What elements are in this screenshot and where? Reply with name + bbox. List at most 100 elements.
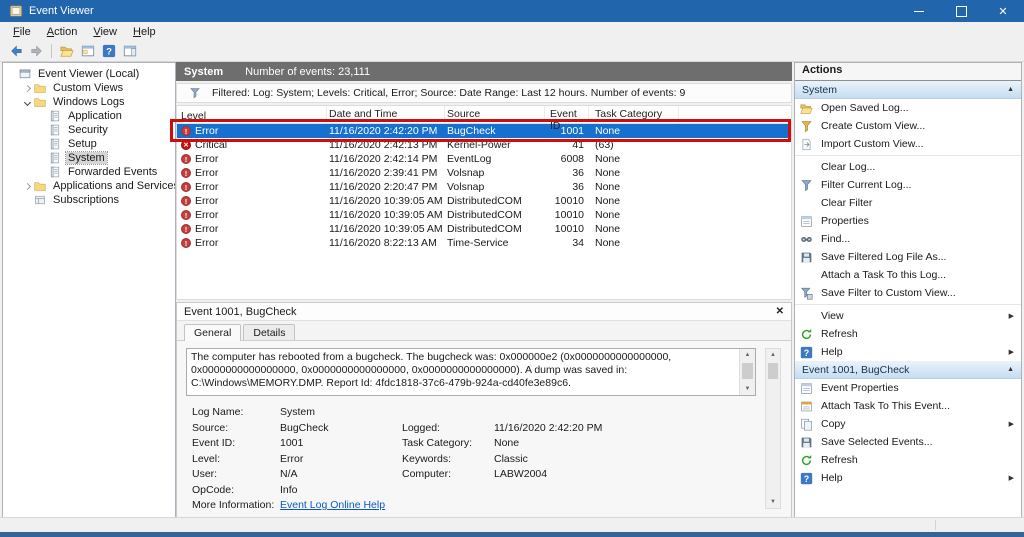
tree-item-label: Event Viewer (Local) xyxy=(38,68,140,80)
actions-section-header-event-1001-bugcheck[interactable]: Event 1001, BugCheck ▲ xyxy=(795,361,1021,379)
scrollbar-thumb[interactable] xyxy=(742,363,753,379)
event-row[interactable]: ! Error 11/16/2020 2:39:41 PM Volsnap 36 None xyxy=(177,166,791,180)
more-information-link[interactable]: Event Log Online Help xyxy=(280,498,402,514)
separator xyxy=(795,304,1021,305)
menu-view[interactable]: View xyxy=(85,24,125,40)
column-header-date[interactable]: Date and Time xyxy=(327,106,445,123)
level-text: Critical xyxy=(195,139,228,151)
event-row[interactable]: ✕ Critical 11/16/2020 2:42:13 PM Kernel-Pow… xyxy=(177,138,791,152)
back-icon[interactable] xyxy=(5,43,26,60)
action-item-event-properties[interactable]: Event Properties xyxy=(795,379,1021,397)
close-icon: ✕ xyxy=(998,5,1008,18)
tree-expander-icon[interactable] xyxy=(22,182,33,190)
event-row[interactable]: ! Error 11/16/2020 10:39:05 AM DistributedC… xyxy=(177,194,791,208)
action-item-find[interactable]: Find... xyxy=(795,230,1021,248)
scroll-down-icon[interactable]: ▼ xyxy=(766,496,780,508)
detail-close-icon[interactable]: ✕ xyxy=(776,306,784,317)
action-item-clear-filter[interactable]: Clear Filter xyxy=(795,194,1021,212)
task-category-cell: None xyxy=(595,181,621,193)
collapse-icon[interactable]: ▲ xyxy=(1007,366,1014,373)
event-row[interactable]: ! Error 11/16/2020 8:22:13 AM Time-Service 3… xyxy=(177,236,791,250)
action-item-help[interactable]: ? Help ▶ xyxy=(795,469,1021,487)
minimize-button[interactable] xyxy=(898,0,940,22)
tree-expander-icon[interactable] xyxy=(22,98,33,106)
scroll-up-icon[interactable]: ▲ xyxy=(740,349,755,361)
console-window-icon[interactable] xyxy=(77,43,98,60)
tree-item-custom-views[interactable]: Custom Views xyxy=(3,81,175,95)
action-item-properties[interactable]: Properties xyxy=(795,212,1021,230)
column-header-task-category[interactable]: Task Category xyxy=(589,106,679,123)
funnel-icon xyxy=(800,179,815,192)
event-rows: ! Error 11/16/2020 2:42:20 PM BugCheck 1001 N… xyxy=(177,124,791,250)
source-cell: Volsnap xyxy=(447,181,485,193)
events-count: Number of events: 23,111 xyxy=(245,65,371,78)
action-item-label: Refresh xyxy=(821,328,858,340)
svg-text:?: ? xyxy=(106,47,112,58)
menu-action[interactable]: Action xyxy=(39,24,86,40)
event-row[interactable]: ! Error 11/16/2020 10:39:05 AM DistributedC… xyxy=(177,222,791,236)
event-id-cell: 10010 xyxy=(554,209,584,221)
action-item-view[interactable]: View ▶ xyxy=(795,307,1021,325)
forward-icon[interactable] xyxy=(26,43,47,60)
column-header-level[interactable]: Level xyxy=(177,106,327,123)
error-level-icon: ! xyxy=(181,168,191,178)
close-button[interactable]: ✕ xyxy=(982,0,1024,22)
action-item-refresh[interactable]: Refresh xyxy=(795,325,1021,343)
field-value: N/A xyxy=(280,468,298,480)
show-console-tree-icon[interactable] xyxy=(56,43,77,60)
scrollbar-thumb[interactable] xyxy=(768,363,778,379)
action-item-import-custom-view[interactable]: Import Custom View... xyxy=(795,135,1021,153)
message-scrollbar[interactable]: ▲ ▼ xyxy=(739,349,755,395)
tree-item-applications-and-services-logs[interactable]: Applications and Services Logs xyxy=(3,179,175,193)
tree-item-application[interactable]: Application xyxy=(3,109,175,123)
source-cell: DistributedCOM xyxy=(447,209,522,221)
action-item-help[interactable]: ? Help ▶ xyxy=(795,343,1021,361)
scroll-up-icon[interactable]: ▲ xyxy=(766,349,780,361)
log-icon xyxy=(49,152,62,164)
tab-general[interactable]: General xyxy=(184,324,242,341)
tree-item-forwarded-events[interactable]: Forwarded Events xyxy=(3,165,175,179)
collapse-icon[interactable]: ▲ xyxy=(1007,86,1014,93)
help-icon: ? xyxy=(800,346,815,359)
tree-item-system[interactable]: System xyxy=(3,151,175,165)
column-header-source[interactable]: Source xyxy=(445,106,545,123)
tree-item-event-viewer-local[interactable]: Event Viewer (Local) xyxy=(3,67,175,81)
detail-scrollbar[interactable]: ▲ ▼ xyxy=(765,348,781,509)
action-item-open-saved-log[interactable]: Open Saved Log... xyxy=(795,99,1021,117)
tab-details[interactable]: Details xyxy=(243,324,296,340)
menu-help[interactable]: Help xyxy=(125,24,164,40)
tree-item-subscriptions[interactable]: Subscriptions xyxy=(3,193,175,207)
event-row[interactable]: ! Error 11/16/2020 2:20:47 PM Volsnap 36 None xyxy=(177,180,791,194)
action-item-label: Copy xyxy=(821,418,846,430)
action-item-create-custom-view[interactable]: Create Custom View... xyxy=(795,117,1021,135)
tree-item-setup[interactable]: Setup xyxy=(3,137,175,151)
action-item-attach-a-task-to-this-log[interactable]: Attach a Task To this Log... xyxy=(795,266,1021,284)
error-level-icon: ! xyxy=(181,224,191,234)
action-item-save-selected-events[interactable]: Save Selected Events... xyxy=(795,433,1021,451)
tree-item-windows-logs[interactable]: Windows Logs xyxy=(3,95,175,109)
menu-file[interactable]: File xyxy=(5,24,39,40)
field-label: Level: xyxy=(192,452,221,465)
tree-item-label: Setup xyxy=(68,138,97,150)
event-id-cell: 36 xyxy=(572,181,584,193)
action-item-attach-task-to-this-event[interactable]: Attach Task To This Event... xyxy=(795,397,1021,415)
action-item-clear-log[interactable]: Clear Log... xyxy=(795,158,1021,176)
datetime-cell: 11/16/2020 10:39:05 AM xyxy=(329,209,443,221)
action-item-copy[interactable]: Copy ▶ xyxy=(795,415,1021,433)
actions-section-header-system[interactable]: System ▲ xyxy=(795,81,1021,99)
scroll-down-icon[interactable]: ▼ xyxy=(740,383,755,395)
tree-expander-icon[interactable] xyxy=(22,84,33,92)
event-row[interactable]: ! Error 11/16/2020 2:42:14 PM EventLog 6008 N… xyxy=(177,152,791,166)
action-item-save-filter-to-custom-view[interactable]: Save Filter to Custom View... xyxy=(795,284,1021,302)
action-item-refresh[interactable]: Refresh xyxy=(795,451,1021,469)
help-icon[interactable]: ? xyxy=(98,43,119,60)
maximize-button[interactable] xyxy=(940,0,982,22)
event-row[interactable]: ! Error 11/16/2020 10:39:05 AM DistributedC… xyxy=(177,208,791,222)
tree-item-security[interactable]: Security xyxy=(3,123,175,137)
column-header-event-id[interactable]: Event ID xyxy=(545,106,589,132)
action-item-save-filtered-log-file-as[interactable]: Save Filtered Log File As... xyxy=(795,248,1021,266)
event-row[interactable]: ! Error 11/16/2020 2:42:20 PM BugCheck 1001 N… xyxy=(177,124,791,138)
action-item-filter-current-log[interactable]: Filter Current Log... xyxy=(795,176,1021,194)
svg-text:?: ? xyxy=(804,473,809,483)
action-pane-icon[interactable] xyxy=(119,43,140,60)
